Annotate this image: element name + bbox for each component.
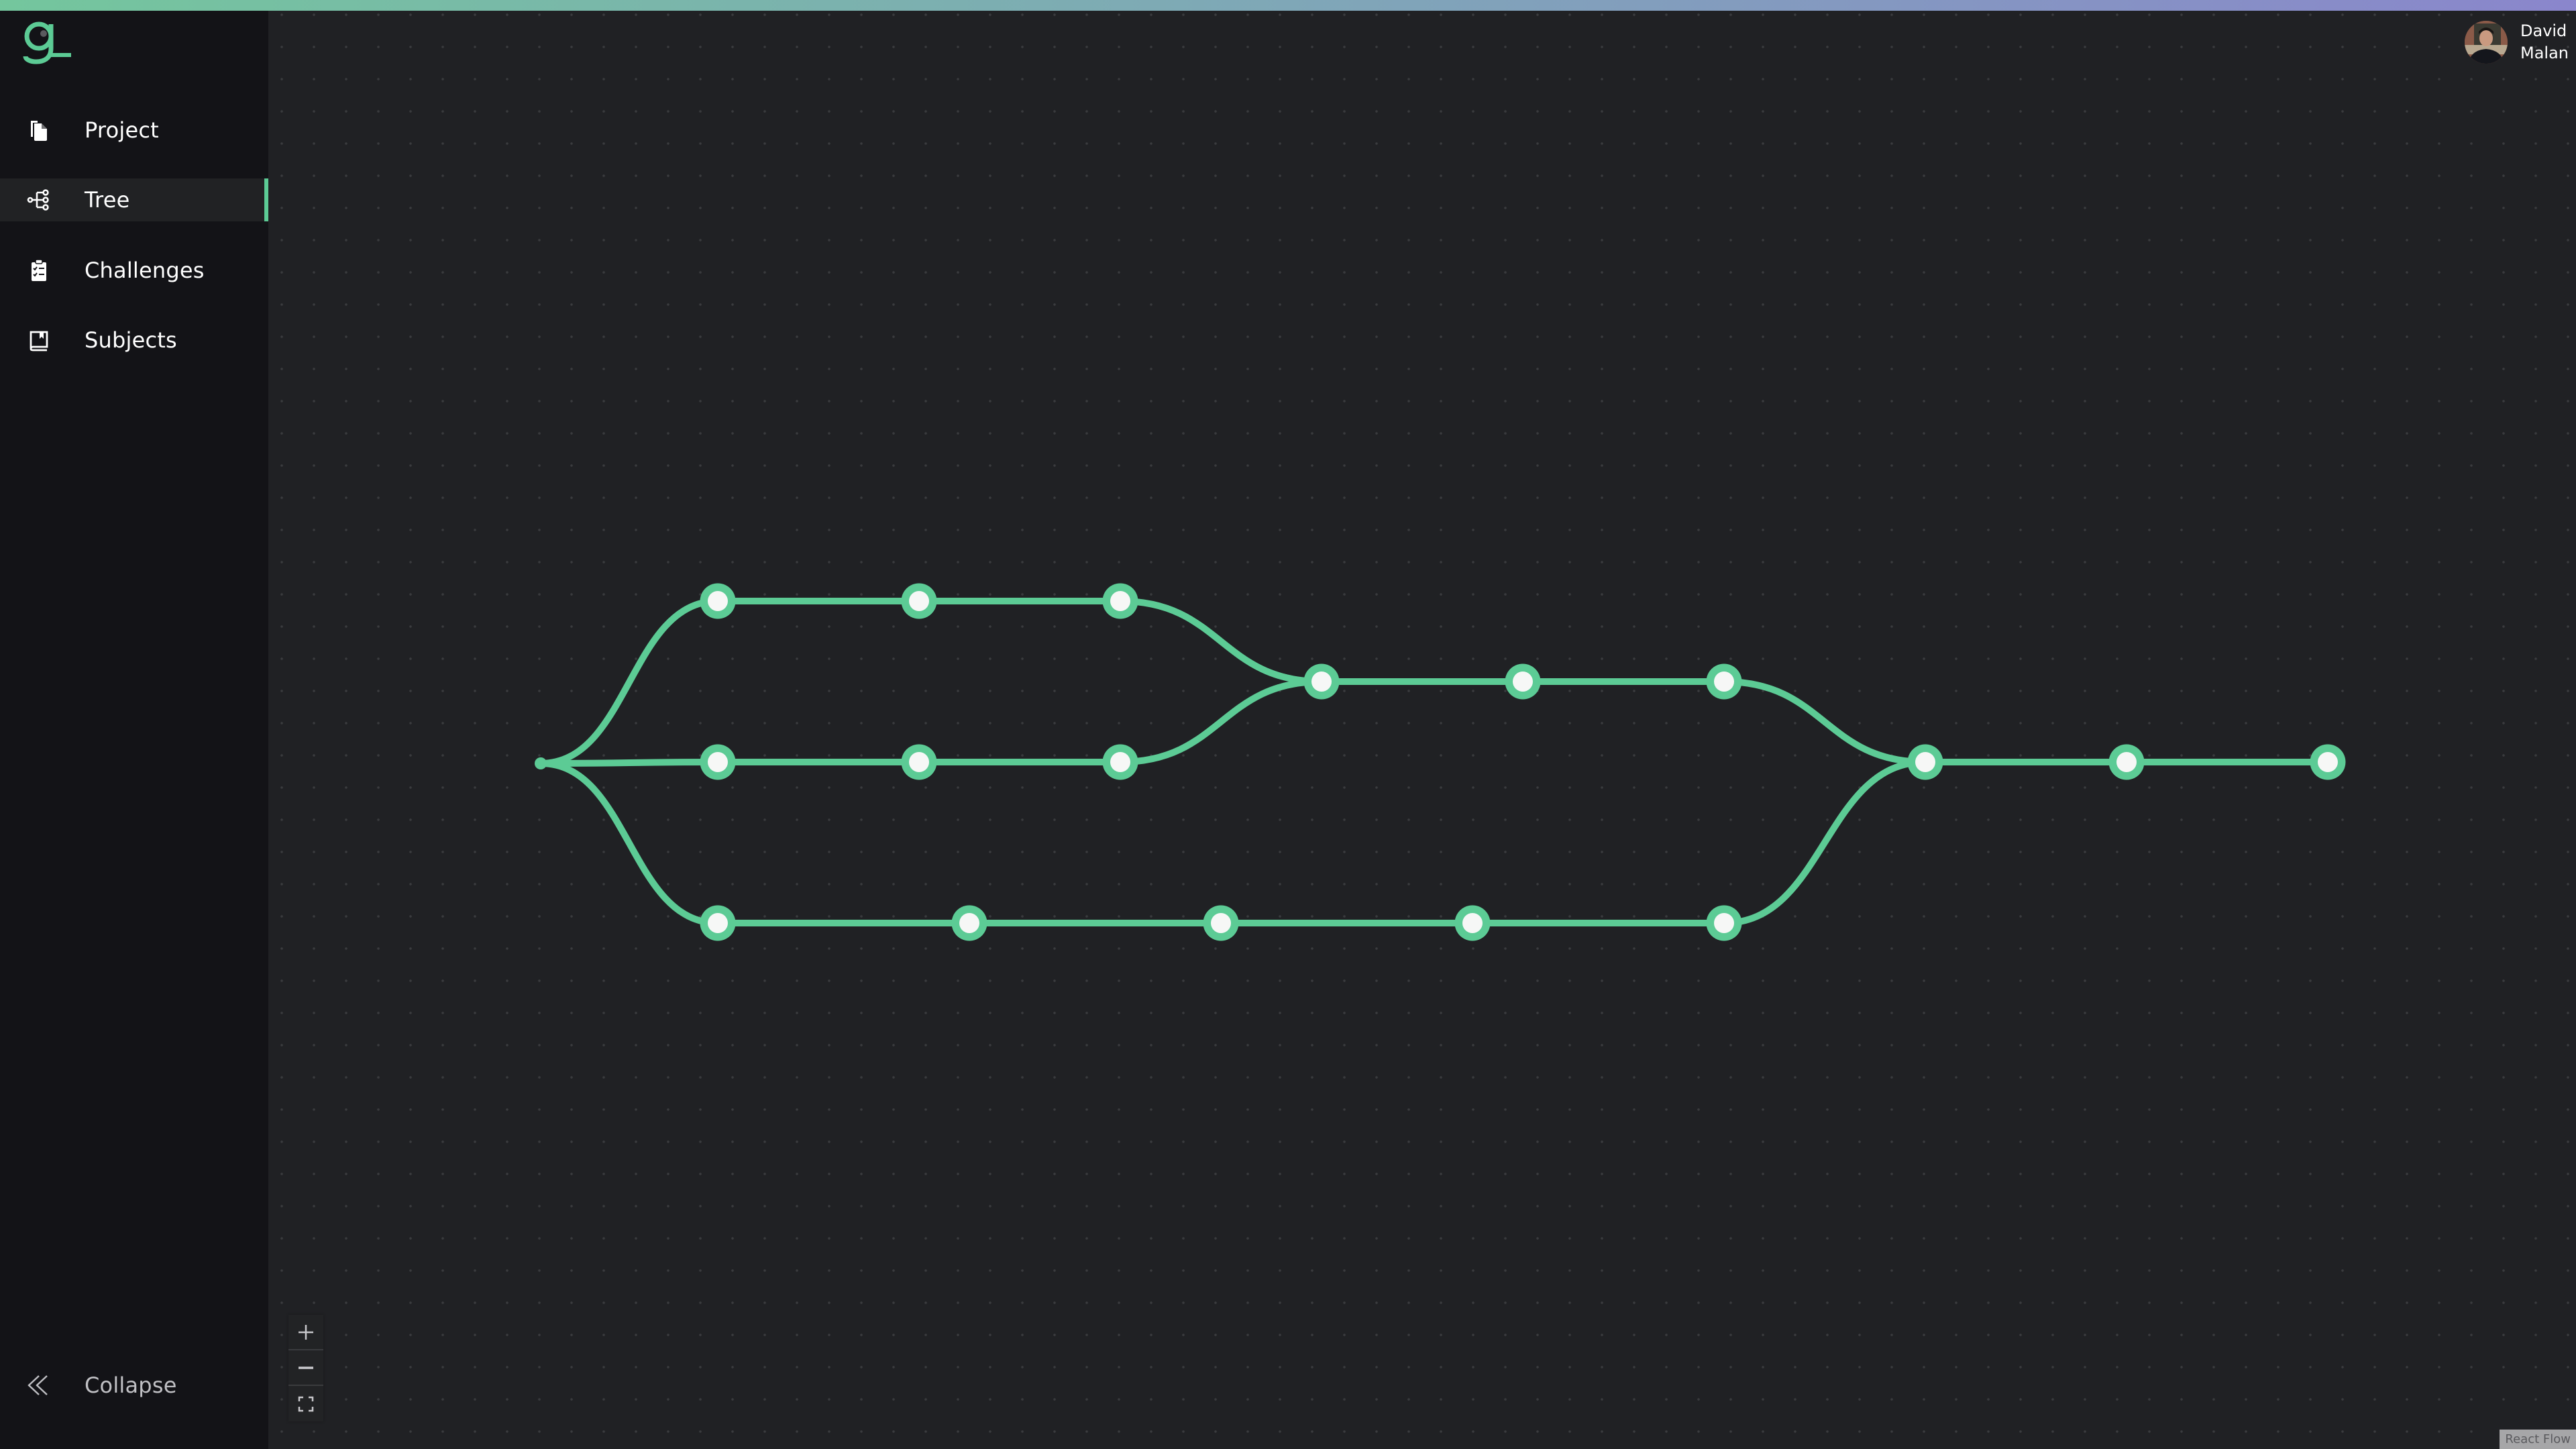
- edge-start-c1[interactable]: [537, 760, 721, 926]
- tree-node-c4[interactable]: [1454, 905, 1491, 941]
- node-center: [708, 913, 728, 933]
- tree-node-m2[interactable]: [1505, 663, 1541, 700]
- sidebar-item-tree[interactable]: Tree: [0, 178, 268, 221]
- root-node[interactable]: [535, 757, 547, 769]
- tree-node-b1[interactable]: [700, 744, 736, 780]
- edge-a3-m1[interactable]: [1117, 598, 1325, 685]
- fit-view-button[interactable]: [288, 1386, 323, 1421]
- collapse-button[interactable]: Collapse: [0, 1364, 268, 1407]
- node-center: [708, 591, 728, 611]
- clipboard-checklist-icon: [27, 258, 51, 282]
- sidebar-item-subjects[interactable]: Subjects: [0, 319, 268, 362]
- avatar[interactable]: [2465, 21, 2508, 64]
- g-logo-icon[interactable]: [20, 17, 74, 71]
- sidebar-item-project[interactable]: Project: [0, 109, 268, 152]
- node-center: [2116, 752, 2137, 772]
- tree-node-c5[interactable]: [1706, 905, 1742, 941]
- node-center: [1714, 913, 1734, 933]
- tree-node-f2[interactable]: [2108, 744, 2145, 780]
- sidebar-item-label: Tree: [85, 187, 130, 213]
- tree-node-f1[interactable]: [1907, 744, 1943, 780]
- chevrons-left-icon: [27, 1373, 51, 1397]
- sidebar-item-label: Subjects: [85, 327, 177, 353]
- sidebar-item-label: Project: [85, 117, 159, 143]
- user-last-name: Malan: [2520, 44, 2569, 62]
- edges-layer: [537, 598, 2331, 926]
- tree-node-c1[interactable]: [700, 905, 736, 941]
- tree-node-a2[interactable]: [901, 583, 937, 619]
- sidebar: Project Tree Challenges Subjects Collaps…: [0, 11, 268, 1449]
- collapse-label: Collapse: [85, 1373, 177, 1398]
- edge-m3-f1[interactable]: [1721, 678, 1929, 765]
- node-center: [708, 752, 728, 772]
- user-profile[interactable]: David Malan: [2428, 11, 2576, 75]
- tree-node-f3[interactable]: [2310, 744, 2346, 780]
- node-center: [2318, 752, 2338, 772]
- node-center: [959, 913, 979, 933]
- root-handle: [535, 757, 547, 769]
- node-center: [1462, 913, 1483, 933]
- top-gradient-bar: [0, 0, 2576, 11]
- sidebar-item-label: Challenges: [85, 258, 205, 283]
- book-icon: [27, 328, 51, 352]
- tree-node-a3[interactable]: [1102, 583, 1138, 619]
- zoom-out-button[interactable]: [288, 1350, 323, 1386]
- node-center: [909, 591, 929, 611]
- minus-icon: [299, 1366, 313, 1369]
- tree-node-c3[interactable]: [1203, 905, 1239, 941]
- edge-start-b1[interactable]: [537, 759, 721, 767]
- tree-graph[interactable]: [0, 0, 2576, 1449]
- user-first-name: David: [2520, 21, 2567, 40]
- node-center: [1110, 591, 1130, 611]
- flow-controls: [288, 1315, 323, 1421]
- plus-icon: [299, 1324, 313, 1340]
- edge-b3-m1[interactable]: [1117, 678, 1325, 765]
- fit-view-icon: [298, 1396, 314, 1411]
- tree-node-b2[interactable]: [901, 744, 937, 780]
- sidebar-item-challenges[interactable]: Challenges: [0, 249, 268, 292]
- node-center: [909, 752, 929, 772]
- react-flow-attribution[interactable]: React Flow: [2500, 1430, 2576, 1449]
- node-center: [1714, 672, 1734, 692]
- node-center: [1915, 752, 1935, 772]
- node-center: [1110, 752, 1130, 772]
- tree-node-m1[interactable]: [1303, 663, 1340, 700]
- node-center: [1311, 672, 1332, 692]
- node-center: [1513, 672, 1533, 692]
- document-copy-icon: [27, 118, 51, 142]
- tree-node-b3[interactable]: [1102, 744, 1138, 780]
- tree-icon: [27, 188, 51, 212]
- tree-node-c2[interactable]: [951, 905, 987, 941]
- tree-node-a1[interactable]: [700, 583, 736, 619]
- zoom-in-button[interactable]: [288, 1315, 323, 1350]
- user-name: David Malan: [2520, 20, 2569, 64]
- node-center: [1211, 913, 1231, 933]
- tree-node-m3[interactable]: [1706, 663, 1742, 700]
- edge-start-a1[interactable]: [537, 598, 721, 767]
- edge-c5-f1[interactable]: [1721, 759, 1929, 926]
